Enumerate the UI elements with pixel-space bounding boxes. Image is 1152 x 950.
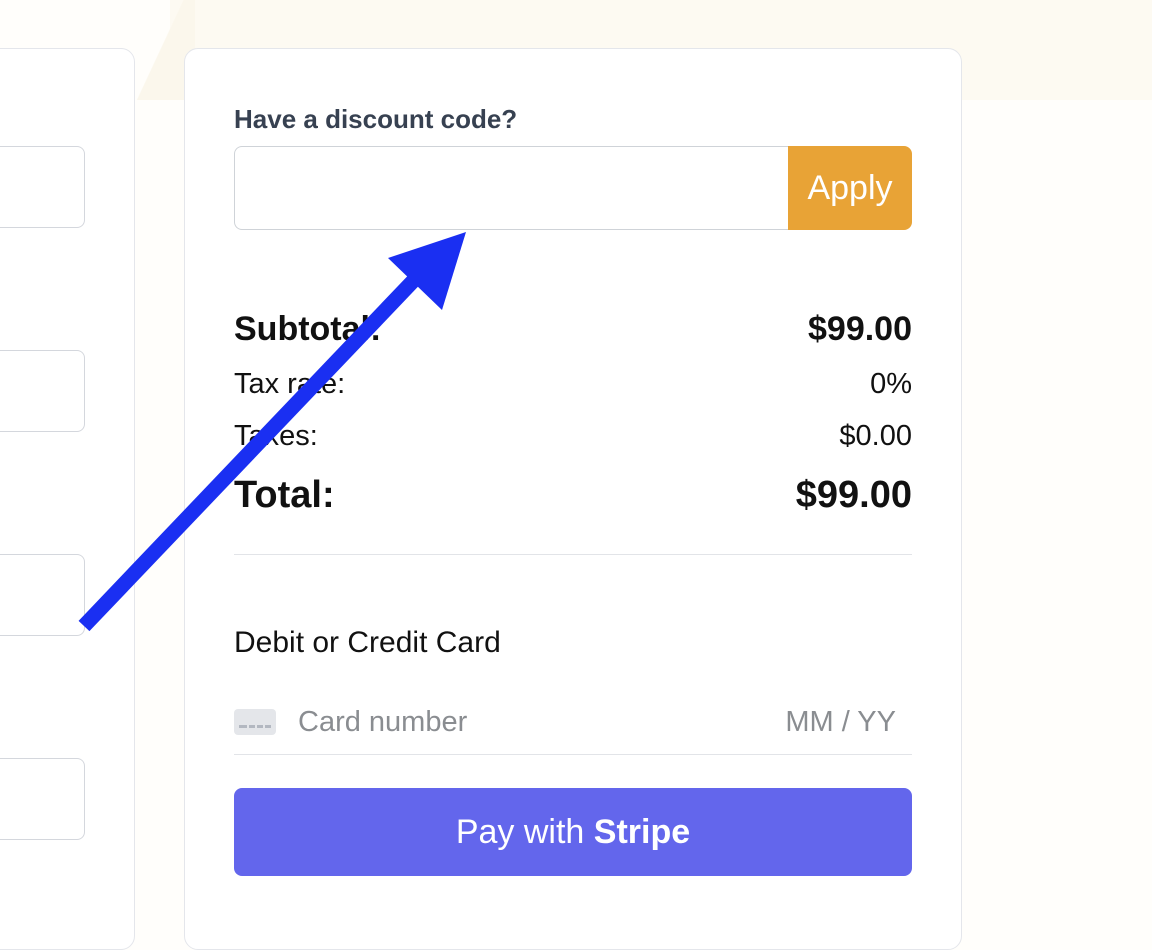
credit-card-icon [234,709,276,735]
pay-button-prefix: Pay with [455,812,585,851]
left-form-input-4[interactable] [0,758,85,840]
discount-code-input[interactable] [234,146,788,230]
tax-rate-value: 0% [870,368,912,400]
tax-rate-row: Tax rate: 0% [234,368,912,401]
subtotal-label: Subtotal: [234,310,382,348]
pay-button-brand: Stripe [593,812,691,851]
discount-row: Apply [234,146,912,230]
card-input-field[interactable]: Card number MM / YY [234,690,912,755]
pay-with-stripe-button[interactable]: Pay with Stripe [234,788,912,876]
summary-divider [234,554,912,555]
apply-button[interactable]: Apply [788,146,912,230]
taxes-value: $0.00 [839,420,912,452]
total-value: $99.00 [795,474,912,516]
subtotal-value: $99.00 [808,310,912,348]
taxes-label: Taxes: [234,420,318,452]
card-expiry-input[interactable]: MM / YY [785,706,896,739]
taxes-row: Taxes: $0.00 [234,420,912,453]
left-form-input-1[interactable] [0,146,85,228]
left-form-input-2[interactable] [0,350,85,432]
discount-label: Have a discount code? [234,104,518,134]
card-section-label: Debit or Credit Card [234,626,501,659]
left-form-input-3[interactable] [0,554,85,636]
subtotal-row: Subtotal: $99.00 [234,310,912,349]
total-label: Total: [234,474,335,516]
tax-rate-label: Tax rate: [234,368,346,400]
total-row: Total: $99.00 [234,474,912,517]
card-number-input[interactable]: Card number [298,706,785,739]
